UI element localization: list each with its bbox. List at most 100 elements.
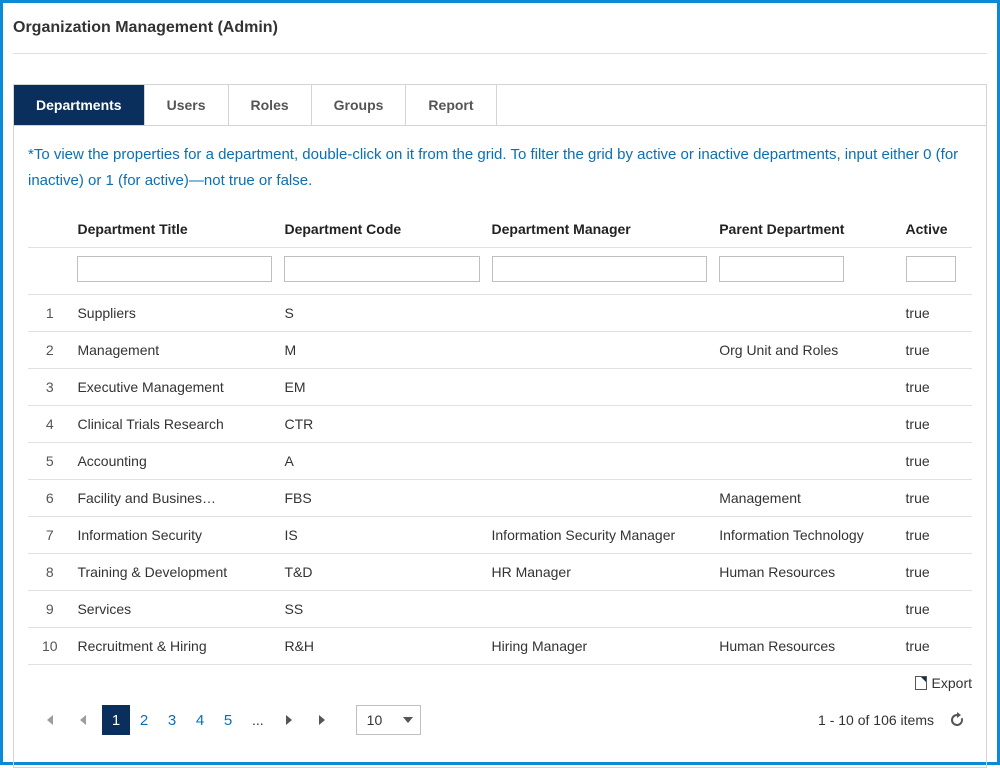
row-manager: Information Security Manager [486,517,714,554]
table-row[interactable]: 2ManagementMOrg Unit and Rolestrue [28,332,972,369]
caret-down-icon [396,717,420,723]
row-index: 2 [28,332,71,369]
row-title: Recruitment & Hiring [71,628,278,665]
tab-panel: Departments Users Roles Groups Report *T… [13,84,987,768]
pager-page-5[interactable]: 5 [214,705,242,735]
row-code: R&H [278,628,485,665]
col-index [28,211,71,248]
pager-page-1[interactable]: 1 [102,705,130,735]
row-parent: Management [713,480,899,517]
pager-first-button[interactable] [34,705,64,735]
filter-manager[interactable] [492,256,708,282]
row-active: true [900,443,972,480]
table-row[interactable]: 5AccountingAtrue [28,443,972,480]
row-active: true [900,369,972,406]
row-index: 6 [28,480,71,517]
row-title: Suppliers [71,295,278,332]
pager-ellipsis[interactable]: ... [246,712,270,728]
row-index: 3 [28,369,71,406]
row-active: true [900,591,972,628]
row-code: FBS [278,480,485,517]
col-title[interactable]: Department Title [71,211,278,248]
row-code: T&D [278,554,485,591]
row-code: M [278,332,485,369]
document-icon [915,676,927,690]
row-parent: Information Technology [713,517,899,554]
pager-page-3[interactable]: 3 [158,705,186,735]
page-size-select[interactable]: 10 [356,705,422,735]
refresh-icon [948,711,966,729]
row-index: 9 [28,591,71,628]
row-manager [486,406,714,443]
row-index: 7 [28,517,71,554]
row-code: SS [278,591,485,628]
chevron-left-icon [77,713,89,727]
col-active[interactable]: Active [900,211,972,248]
row-code: S [278,295,485,332]
table-row[interactable]: 8Training & DevelopmentT&DHR ManagerHuma… [28,554,972,591]
pager-page-4[interactable]: 4 [186,705,214,735]
table-row[interactable]: 4Clinical Trials ResearchCTRtrue [28,406,972,443]
export-button[interactable]: Export [915,675,972,691]
row-parent [713,591,899,628]
row-active: true [900,628,972,665]
tab-users[interactable]: Users [145,85,229,125]
row-parent [713,295,899,332]
pager-next-button[interactable] [274,705,304,735]
col-manager[interactable]: Department Manager [486,211,714,248]
row-manager [486,480,714,517]
row-active: true [900,295,972,332]
filter-parent[interactable] [719,256,844,282]
table-row[interactable]: 3Executive ManagementEM true [28,369,972,406]
table-row[interactable]: 10Recruitment & HiringR&HHiring ManagerH… [28,628,972,665]
table-row[interactable]: 7Information SecurityISInformation Secur… [28,517,972,554]
row-manager: Hiring Manager [486,628,714,665]
row-index: 5 [28,443,71,480]
row-manager [486,295,714,332]
row-title: Services [71,591,278,628]
row-active: true [900,480,972,517]
hint-text: *To view the properties for a department… [14,126,986,207]
tab-report[interactable]: Report [406,85,496,125]
row-index: 10 [28,628,71,665]
col-code[interactable]: Department Code [278,211,485,248]
tabs: Departments Users Roles Groups Report [14,85,986,126]
row-title: Clinical Trials Research [71,406,278,443]
table-row[interactable]: 1SuppliersStrue [28,295,972,332]
row-parent: Org Unit and Roles [713,332,899,369]
row-parent [713,406,899,443]
page-title: Organization Management (Admin) [13,11,987,54]
table-row[interactable]: 6Facility and Busines…FBS Managementtrue [28,480,972,517]
row-title: Accounting [71,443,278,480]
table-row[interactable]: 9ServicesSS true [28,591,972,628]
row-title: Training & Development [71,554,278,591]
pager-summary: 1 - 10 of 106 items [818,712,934,728]
filter-title[interactable] [77,256,272,282]
row-manager: HR Manager [486,554,714,591]
row-parent: Human Resources [713,554,899,591]
row-active: true [900,554,972,591]
col-parent[interactable]: Parent Department [713,211,899,248]
pager-last-button[interactable] [308,705,338,735]
tab-groups[interactable]: Groups [312,85,407,125]
row-active: true [900,406,972,443]
row-code: CTR [278,406,485,443]
refresh-button[interactable] [948,711,966,729]
export-label: Export [932,675,972,691]
row-code: IS [278,517,485,554]
row-parent: Human Resources [713,628,899,665]
tab-roles[interactable]: Roles [229,85,312,125]
filter-active[interactable] [906,256,956,282]
pager-page-2[interactable]: 2 [130,705,158,735]
row-title: Facility and Busines… [71,480,278,517]
tab-departments[interactable]: Departments [14,85,145,125]
row-parent [713,369,899,406]
row-manager [486,369,714,406]
row-code: EM [278,369,485,406]
filter-code[interactable] [284,256,479,282]
row-index: 1 [28,295,71,332]
row-title: Executive Management [71,369,278,406]
pager-prev-button[interactable] [68,705,98,735]
row-index: 8 [28,554,71,591]
departments-grid: Department Title Department Code Departm… [28,211,972,665]
